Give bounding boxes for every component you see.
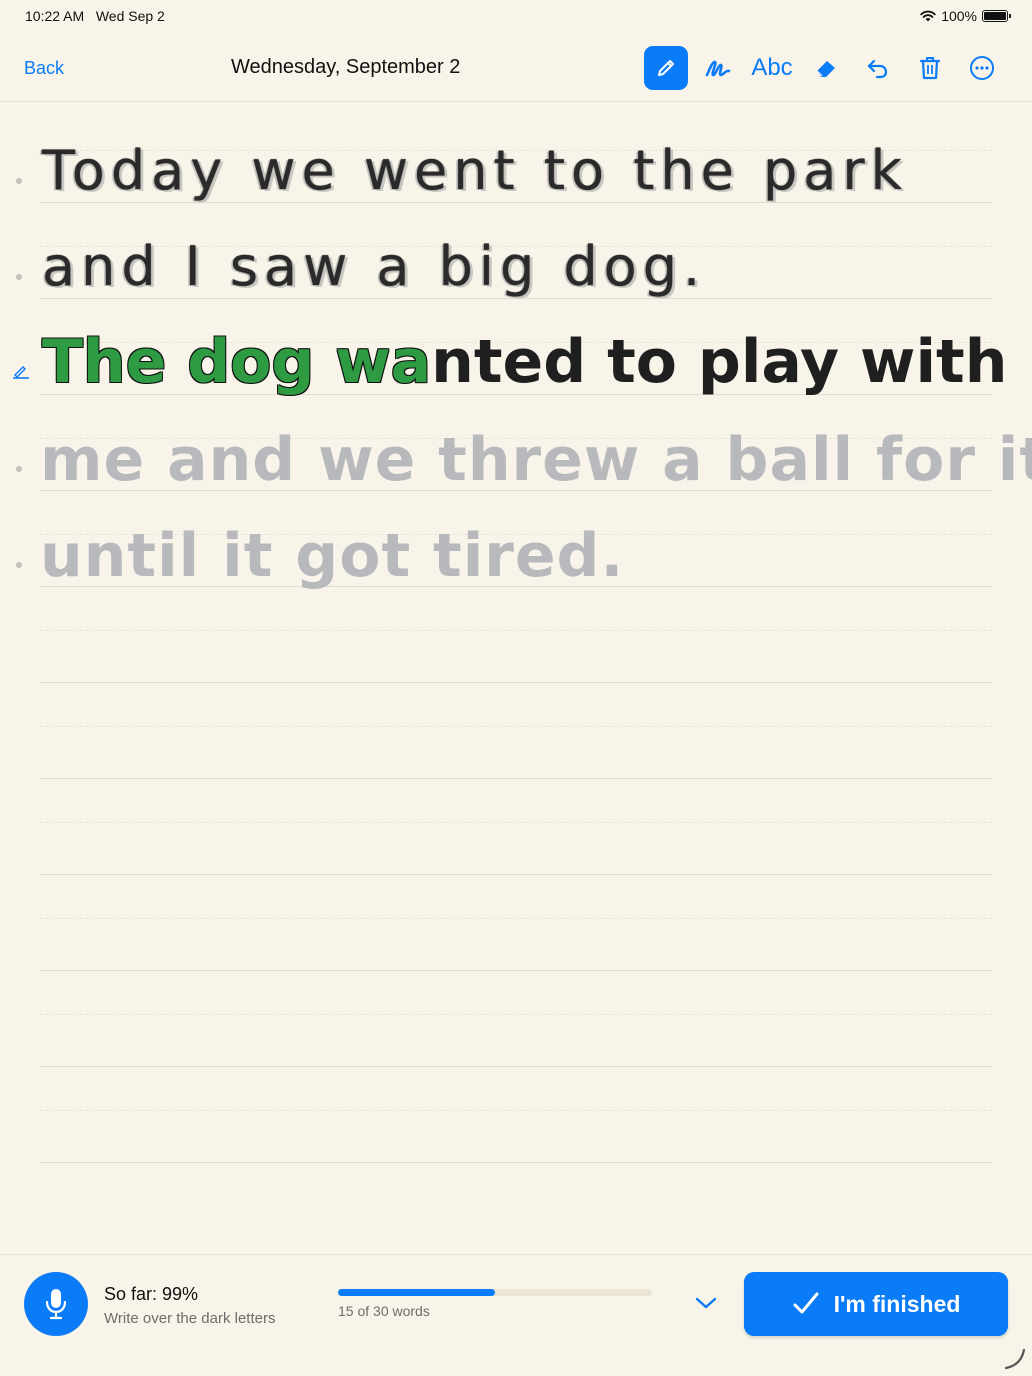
- current-line-pencil-icon: [13, 366, 29, 379]
- base-line: [40, 1066, 992, 1067]
- writing-canvas[interactable]: Today we went to the park and I saw a bi…: [0, 103, 1032, 1253]
- eraser-icon: [816, 61, 835, 77]
- status-time: 10:22 AM Wed Sep 2: [25, 8, 165, 24]
- finish-button-label: I'm finished: [833, 1290, 961, 1317]
- toolbar: Abc: [636, 46, 1004, 90]
- progress-label: 15 of 30 words: [338, 1303, 430, 1319]
- base-line: [40, 682, 992, 683]
- guide-line: [40, 726, 992, 727]
- base-line: [40, 202, 992, 203]
- upcoming-line-2: until it got tired.: [40, 521, 625, 591]
- progress-fill: [338, 1289, 495, 1296]
- undo-button[interactable]: [856, 46, 900, 90]
- guide-line: [40, 1014, 992, 1015]
- base-line: [40, 778, 992, 779]
- untraced-letters: nted to play with: [431, 327, 1008, 397]
- handwriting-tool-button[interactable]: [696, 46, 740, 90]
- wifi-icon: [920, 10, 936, 22]
- guide-line: [40, 1110, 992, 1111]
- page-title: Wednesday, September 2: [231, 56, 461, 78]
- base-line: [40, 1162, 992, 1163]
- handwriting-icon: [705, 60, 731, 77]
- status-bar: 10:22 AM Wed Sep 2 100%: [0, 0, 1032, 32]
- trash-icon: [919, 57, 941, 80]
- microphone-button[interactable]: [24, 1272, 88, 1336]
- progress-bar: [338, 1289, 652, 1296]
- nav-bar: Back Wednesday, September 2 Abc: [0, 40, 1032, 102]
- base-line: [40, 874, 992, 875]
- status-indicators: 100%: [920, 8, 1011, 24]
- pencil-icon: [658, 60, 674, 76]
- guide-line: [40, 918, 992, 919]
- score-label: So far: 99%: [104, 1284, 199, 1304]
- undo-icon: [867, 59, 888, 79]
- traced-letters: The dog wa: [42, 327, 432, 397]
- text-mode-button[interactable]: Abc: [748, 46, 796, 90]
- more-button[interactable]: [960, 46, 1004, 90]
- back-button[interactable]: Back: [24, 58, 64, 79]
- time-text: 10:22 AM: [25, 8, 85, 24]
- line-bullet: [16, 178, 22, 184]
- more-icon: [970, 56, 994, 80]
- line-bullet: [16, 466, 22, 472]
- chevron-down-icon: [695, 1297, 717, 1309]
- resize-handle-icon[interactable]: [1002, 1346, 1028, 1372]
- upcoming-line-1: me and we threw a ball for it: [40, 425, 1032, 495]
- microphone-icon: [45, 1289, 67, 1320]
- collapse-button[interactable]: [690, 1291, 722, 1315]
- bottom-bar: So far: 99% Write over the dark letters …: [0, 1254, 1032, 1376]
- guide-line: [40, 630, 992, 631]
- base-line: [40, 970, 992, 971]
- battery-percent: 100%: [941, 8, 977, 24]
- current-line: The dog wanted to play with: [42, 327, 1007, 397]
- battery-icon: [982, 10, 1011, 22]
- guide-line: [40, 822, 992, 823]
- completed-line-1: Today we went to the park: [42, 139, 908, 202]
- line-bullet: [16, 562, 22, 568]
- finish-button[interactable]: I'm finished: [744, 1272, 1008, 1336]
- line-bullet: [16, 274, 22, 280]
- base-line: [40, 298, 992, 299]
- checkmark-icon: [792, 1291, 820, 1317]
- date-text: Wed Sep 2: [95, 8, 165, 24]
- delete-button[interactable]: [908, 46, 952, 90]
- hint-label: Write over the dark letters: [104, 1310, 276, 1327]
- pencil-tool-button[interactable]: [644, 46, 688, 90]
- completed-line-2: and I saw a big dog.: [42, 235, 707, 298]
- eraser-tool-button[interactable]: [804, 46, 848, 90]
